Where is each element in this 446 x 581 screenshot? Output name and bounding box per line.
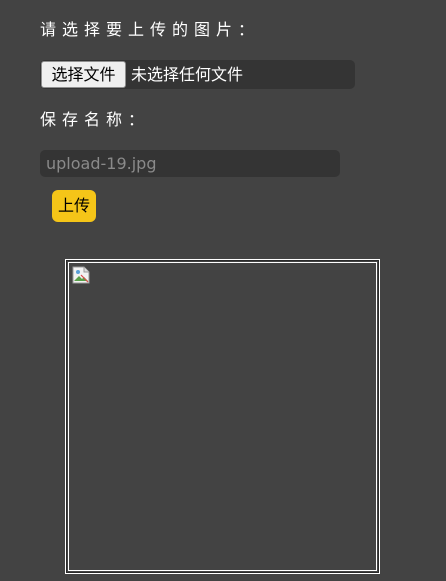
save-name-label: 保存名称：	[40, 110, 151, 129]
choose-file-button[interactable]: 选择文件	[41, 61, 126, 88]
file-input[interactable]: 选择文件 未选择任何文件	[40, 60, 355, 89]
select-image-label: 请选择要上传的图片：	[40, 20, 261, 39]
preview-image-border	[68, 262, 377, 571]
upload-button[interactable]: 上传	[52, 190, 96, 222]
file-status-text: 未选择任何文件	[131, 65, 244, 84]
broken-image-icon	[72, 266, 90, 284]
save-name-input[interactable]: upload-19.jpg	[40, 150, 340, 177]
image-preview	[65, 259, 380, 574]
